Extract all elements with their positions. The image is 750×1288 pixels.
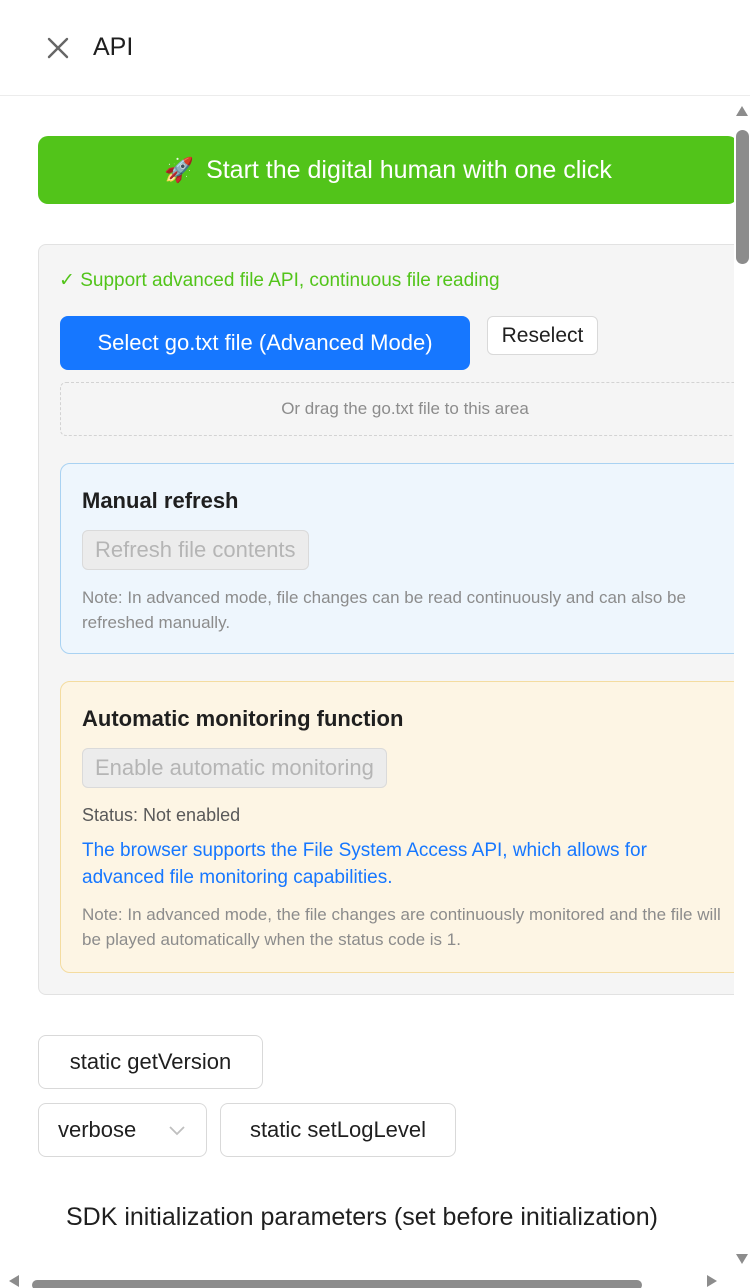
log-level-select[interactable]: verbose: [38, 1103, 207, 1157]
get-version-button[interactable]: static getVersion: [38, 1035, 263, 1089]
start-digital-human-button[interactable]: 🚀 Start the digital human with one click: [38, 136, 734, 204]
log-level-value: verbose: [58, 1117, 137, 1142]
support-status-text: ✓ Support advanced file API, continuous …: [59, 270, 500, 291]
refresh-file-button[interactable]: Refresh file contents: [82, 530, 309, 570]
auto-monitor-card: Automatic monitoring function Enable aut…: [60, 681, 734, 973]
start-digital-human-label: Start the digital human with one click: [206, 155, 612, 184]
close-icon[interactable]: [44, 34, 72, 62]
scroll-right-arrow-icon[interactable]: [706, 1274, 718, 1288]
api-support-info: The browser supports the File System Acc…: [82, 840, 647, 888]
select-file-button[interactable]: Select go.txt file (Advanced Mode): [60, 316, 470, 370]
auto-monitor-note: Note: In advanced mode, the file changes…: [82, 905, 721, 949]
chevron-down-icon: [169, 1126, 185, 1136]
rocket-icon: 🚀: [164, 156, 195, 184]
page-title: API: [93, 33, 134, 61]
enable-monitoring-button[interactable]: Enable automatic monitoring: [82, 748, 387, 788]
vertical-scroll-thumb[interactable]: [736, 130, 749, 264]
scroll-down-arrow-icon[interactable]: [735, 1253, 749, 1265]
vertical-scrollbar[interactable]: [734, 97, 750, 1272]
auto-monitor-title: Automatic monitoring function: [82, 706, 404, 731]
horizontal-scroll-thumb[interactable]: [32, 1280, 642, 1288]
monitor-status-text: Status: Not enabled: [82, 805, 241, 825]
manual-refresh-card: Manual refresh Refresh file contents Not…: [60, 463, 734, 654]
content-scroll-area: 🚀 Start the digital human with one click…: [0, 97, 734, 1272]
reselect-button[interactable]: Reselect: [487, 316, 598, 355]
manual-refresh-title: Manual refresh: [82, 488, 239, 513]
scroll-left-arrow-icon[interactable]: [8, 1274, 20, 1288]
scroll-up-arrow-icon[interactable]: [735, 105, 749, 117]
file-dropzone[interactable]: Or drag the go.txt file to this area: [60, 382, 734, 436]
init-params-heading: SDK initialization parameters (set befor…: [66, 1203, 658, 1231]
set-log-level-button[interactable]: static setLogLevel: [220, 1103, 456, 1157]
manual-refresh-note: Note: In advanced mode, file changes can…: [82, 588, 686, 632]
file-panel: ✓ Support advanced file API, continuous …: [38, 244, 734, 995]
horizontal-scrollbar[interactable]: [0, 1272, 750, 1288]
header-bar: API: [0, 0, 750, 96]
